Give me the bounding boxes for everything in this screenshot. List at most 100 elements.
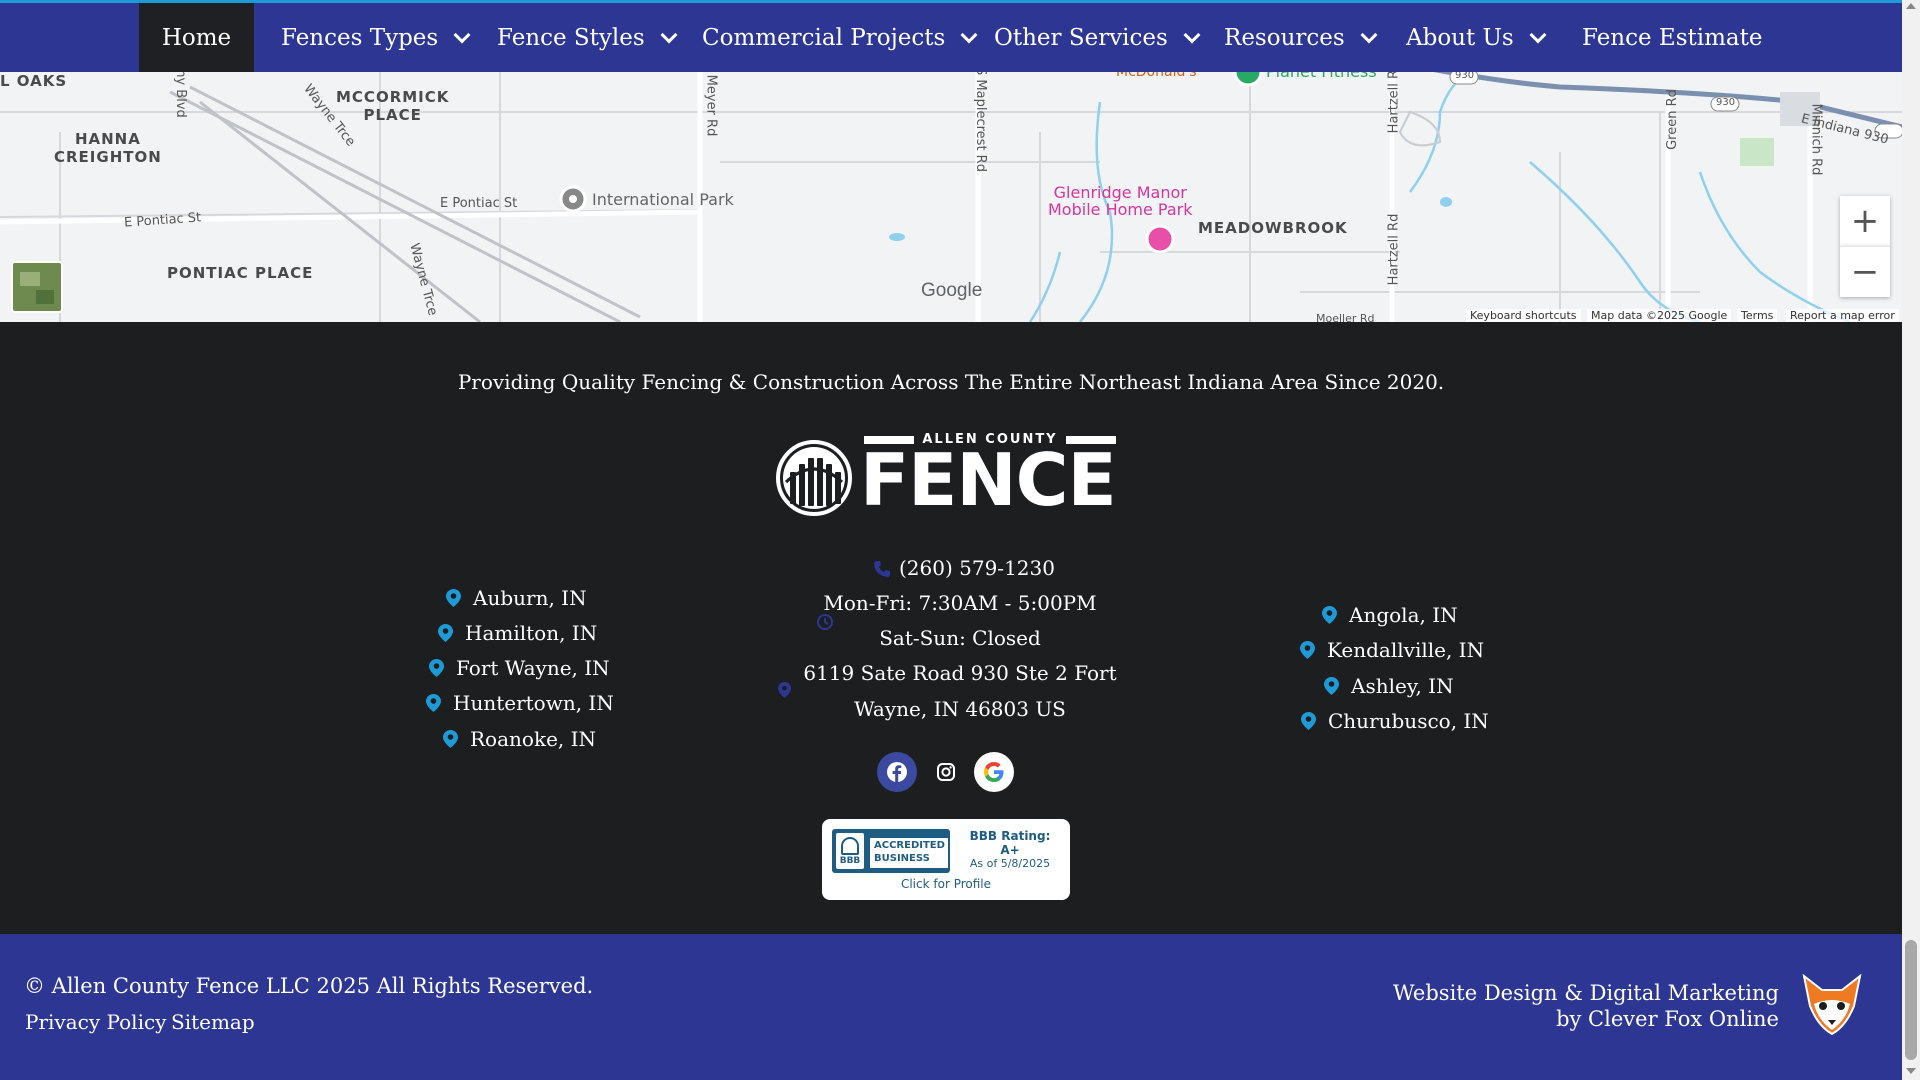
scroll-up-arrow-icon[interactable] xyxy=(1906,3,1916,9)
credit-line-2[interactable]: by Clever Fox Online xyxy=(1380,1007,1779,1031)
scroll-down-arrow-icon[interactable] xyxy=(1906,1068,1916,1074)
chevron-down-icon xyxy=(660,26,678,43)
bbb-rating-label: BBB Rating: xyxy=(969,829,1051,843)
highway-shield-label: 930 xyxy=(1455,72,1475,81)
map-area-label: MCCORMICK PLACE xyxy=(336,88,450,124)
chevron-down-icon xyxy=(453,26,471,43)
map-road-label: Moeller Rd xyxy=(1316,312,1375,322)
fence-emblem-icon xyxy=(776,440,852,516)
location-roanoke: Roanoke, IN xyxy=(443,727,596,751)
nav-fence-styles[interactable]: Fence Styles xyxy=(497,3,678,72)
nav-fence-styles-label: Fence Styles xyxy=(497,24,645,51)
poi-mcdonalds[interactable]: McDonald's xyxy=(1116,72,1197,80)
bbb-seal: BBB ACCREDITED BUSINESS xyxy=(832,829,950,873)
hours-weekend: Sat-Sun: Closed xyxy=(879,626,1041,650)
instagram-icon xyxy=(937,763,955,781)
location-hamilton: Hamilton, IN xyxy=(438,621,597,645)
location-label: Hamilton, IN xyxy=(465,621,598,645)
nav-fence-estimate-label: Fence Estimate xyxy=(1582,24,1763,51)
nav-fences-types[interactable]: Fences Types xyxy=(281,3,471,72)
clever-fox-logo-icon[interactable] xyxy=(1800,974,1864,1036)
map-road-label: Meyer Rd xyxy=(703,74,719,137)
scrollbar-thumb[interactable] xyxy=(1905,940,1917,1060)
zoom-out-button[interactable]: − xyxy=(1840,246,1890,297)
bbb-torch-icon: BBB xyxy=(836,833,864,869)
bbb-rating-value: A+ xyxy=(1000,843,1020,857)
location-label: Churubusco, IN xyxy=(1328,709,1489,733)
location-ashley: Ashley, IN xyxy=(1324,674,1454,698)
map-road-label: E Pontiac St xyxy=(440,196,518,211)
zoom-in-button[interactable]: + xyxy=(1840,196,1890,246)
bbb-profile-link[interactable]: Click for Profile xyxy=(822,877,1070,891)
terms-link[interactable]: Terms xyxy=(1737,309,1778,322)
nav-other-services-label: Other Services xyxy=(994,24,1168,51)
poi-planet-fitness[interactable]: Planet Fitness xyxy=(1266,72,1377,81)
map-pin-icon xyxy=(1324,677,1339,695)
chevron-down-icon xyxy=(1360,26,1378,43)
location-label: Huntertown, IN xyxy=(453,691,614,715)
google-icon xyxy=(984,762,1004,782)
bbb-mark-text: BBB xyxy=(839,856,861,866)
privacy-policy-link[interactable]: Privacy Policy xyxy=(25,1010,166,1034)
nav-commercial-projects[interactable]: Commercial Projects xyxy=(702,3,978,72)
map-pin-icon xyxy=(446,589,461,607)
nav-fences-types-label: Fences Types xyxy=(281,24,439,51)
bbb-badge[interactable]: BBB ACCREDITED BUSINESS BBB Rating: A+ A… xyxy=(822,819,1070,900)
map-area-label: L OAKS xyxy=(0,72,68,90)
map-road-label: Hartzell Rd xyxy=(1386,72,1402,134)
poi-glenridge-manor[interactable]: Glenridge Manor Mobile Home Park xyxy=(1048,184,1192,218)
nav-about-us[interactable]: About Us xyxy=(1406,3,1547,72)
location-label: Roanoke, IN xyxy=(470,727,597,751)
map-road-label: Green Rd xyxy=(1664,89,1680,150)
instagram-link[interactable] xyxy=(926,752,966,792)
allen-county-fence-logo[interactable]: ALLEN COUNTY FENCE xyxy=(776,432,1117,518)
poi-international-park[interactable]: International Park xyxy=(592,190,734,209)
bbb-rating: BBB Rating: A+ As of 5/8/2025 xyxy=(955,829,1065,871)
nav-resources[interactable]: Resources xyxy=(1224,3,1378,72)
facebook-icon xyxy=(887,762,907,782)
google-review-link[interactable] xyxy=(974,752,1014,792)
map-road-label: ny Blvd xyxy=(172,72,188,118)
map-road-label: S Maplecrest Rd xyxy=(972,72,988,172)
report-map-error-link[interactable]: Report a map error xyxy=(1786,309,1899,322)
plus-icon: + xyxy=(1850,201,1880,241)
address-line-1: 6119 Sate Road 930 Ste 2 Fort xyxy=(803,661,1117,685)
location-kendallville: Kendallville, IN xyxy=(1300,638,1484,662)
bbb-rating-date: As of 5/8/2025 xyxy=(969,857,1051,870)
satellite-toggle[interactable] xyxy=(11,261,63,313)
location-fort-wayne: Fort Wayne, IN xyxy=(429,656,610,680)
map-area-label: PONTIAC PLACE xyxy=(167,264,314,282)
map-pin-icon xyxy=(1301,712,1316,730)
map-pin-icon xyxy=(1300,641,1315,659)
map-pin-icon xyxy=(443,730,458,748)
nav-resources-label: Resources xyxy=(1224,24,1345,51)
map-pin-icon xyxy=(438,624,453,642)
bbb-accredited-line-2: BUSINESS xyxy=(874,853,930,864)
credit-line-1[interactable]: Website Design & Digital Marketing xyxy=(1380,981,1779,1005)
minus-icon: − xyxy=(1850,252,1880,292)
hours-weekday: Mon-Fri: 7:30AM - 5:00PM xyxy=(823,591,1097,615)
map-pin-icon xyxy=(426,694,441,712)
bbb-accredited-line-1: ACCREDITED xyxy=(874,840,945,851)
keyboard-shortcuts-link[interactable]: Keyboard shortcuts xyxy=(1466,309,1581,322)
page-scrollbar[interactable] xyxy=(1902,0,1920,1080)
nav-other-services[interactable]: Other Services xyxy=(994,3,1201,72)
embedded-map[interactable]: L OAKS MCCORMICK PLACE HANNA CREIGHTON P… xyxy=(0,72,1902,322)
sitemap-link[interactable]: Sitemap xyxy=(171,1010,255,1034)
map-area-label: HANNA CREIGHTON xyxy=(54,130,162,166)
chevron-down-icon xyxy=(1529,26,1547,43)
map-pin-icon xyxy=(429,659,444,677)
map-area-label: MEADOWBROOK xyxy=(1198,219,1348,237)
bottom-bar: © Allen County Fence LLC 2025 All Rights… xyxy=(0,934,1902,1080)
footer-tagline: Providing Quality Fencing & Construction… xyxy=(457,370,1445,394)
chevron-down-icon xyxy=(960,26,978,43)
location-label: Angola, IN xyxy=(1349,603,1458,627)
nav-fence-estimate[interactable]: Fence Estimate xyxy=(1582,3,1763,72)
phone-link[interactable]: (260) 579-1230 xyxy=(899,556,1055,580)
nav-home[interactable]: Home xyxy=(139,3,254,72)
lodging-pin-icon[interactable] xyxy=(1145,224,1175,254)
google-logo: Google xyxy=(921,280,983,301)
facebook-link[interactable] xyxy=(877,752,917,792)
location-label: Ashley, IN xyxy=(1351,674,1454,698)
location-auburn: Auburn, IN xyxy=(446,586,587,610)
